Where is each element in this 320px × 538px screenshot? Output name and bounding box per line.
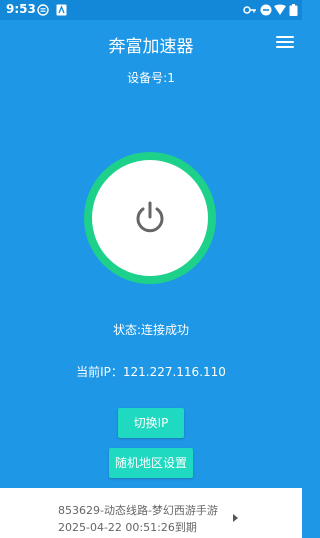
expiry-date: 2025-04-22 00:51:26到期	[58, 521, 197, 534]
line-name: 853629-动态线路-梦幻西游手游	[58, 504, 218, 517]
app-title: 奔富加速器	[108, 37, 194, 57]
connection-status: 状态:连接成功	[112, 323, 190, 337]
line-selector[interactable]: 853629-动态线路-梦幻西游手游 2025-04-22 00:51:26到期	[0, 488, 302, 538]
app-notification-icon	[56, 4, 67, 16]
vpn-key-icon	[243, 6, 256, 14]
chevron-right-icon	[233, 514, 238, 522]
menu-icon[interactable]	[276, 36, 294, 50]
status-time: 9:53	[6, 2, 36, 16]
wifi-icon	[274, 4, 286, 15]
switch-ip-button[interactable]: 切换IP	[118, 408, 184, 438]
power-button[interactable]	[92, 160, 208, 276]
status-bar: 9:53	[0, 0, 302, 20]
battery-icon	[289, 4, 298, 16]
notification-icon	[37, 4, 49, 16]
device-id: 设备号:1	[127, 71, 175, 85]
do-not-disturb-icon	[260, 4, 272, 16]
current-ip: 当前IP：121.227.116.110	[76, 365, 226, 379]
power-icon	[136, 201, 164, 233]
random-region-button[interactable]: 随机地区设置	[109, 448, 193, 478]
